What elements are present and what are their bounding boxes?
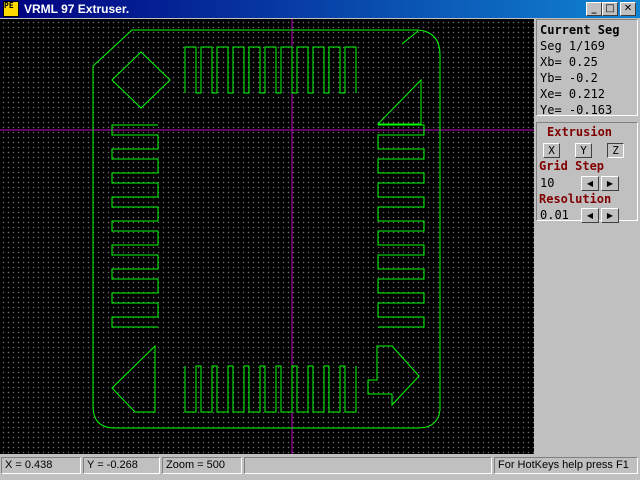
extrusion-heading: Extrusion xyxy=(547,125,613,139)
status-zoom: Zoom = 500 xyxy=(162,457,242,474)
grid-step-decrease[interactable]: ◀ xyxy=(581,176,599,191)
status-x: X = 0.438 xyxy=(1,457,81,474)
axis-z-button[interactable]: Z xyxy=(607,143,624,158)
status-empty xyxy=(244,457,492,474)
arrow-left-icon: ◀ xyxy=(586,211,594,220)
window-title: VRML 97 Extruser. xyxy=(24,2,130,16)
app-icon-text: PE xyxy=(4,1,14,10)
grid-step-value[interactable]: 10 xyxy=(540,176,554,191)
corner-marker xyxy=(401,30,419,45)
app-icon[interactable]: PE xyxy=(3,1,19,17)
status-y: Y = -0.268 xyxy=(83,457,160,474)
yb-value: Yb= -0.2 xyxy=(540,71,598,85)
arrow-bottom-right xyxy=(367,345,420,407)
status-help: For HotKeys help press F1 xyxy=(494,457,638,474)
pins-top xyxy=(184,46,357,94)
xb-value: Xb= 0.25 xyxy=(540,55,598,69)
current-seg-heading: Current Seg xyxy=(540,23,620,37)
current-seg-panel: Current Seg Seg 1/169 Xb= 0.25 Yb= -0.2 … xyxy=(536,19,638,117)
xe-value: Xe= 0.212 xyxy=(540,87,606,101)
title-bar: PE VRML 97 Extruser. _ □ ✕ xyxy=(0,0,640,18)
arrow-right-icon: ▶ xyxy=(606,211,614,220)
close-icon[interactable]: ✕ xyxy=(620,2,636,16)
extrusion-panel: Extrusion X Y Z Grid Step 10 ◀ ▶ Resolut… xyxy=(536,122,638,223)
ye-value: Ye= -0.163 xyxy=(540,103,613,117)
axis-x-button[interactable]: X xyxy=(543,143,560,158)
status-bar: X = 0.438 Y = -0.268 Zoom = 500 For HotK… xyxy=(0,456,640,480)
resolution-decrease[interactable]: ◀ xyxy=(581,208,599,223)
maximize-icon[interactable]: □ xyxy=(602,2,618,16)
arrow-right-icon: ▶ xyxy=(606,179,614,188)
resolution-value[interactable]: 0.01 xyxy=(540,208,569,223)
resolution-increase[interactable]: ▶ xyxy=(601,208,619,223)
canvas-drawing xyxy=(0,19,534,454)
drawing-canvas[interactable] xyxy=(0,19,534,454)
axis-y-button[interactable]: Y xyxy=(575,143,592,158)
pins-left xyxy=(111,124,159,328)
minimize-icon[interactable]: _ xyxy=(586,2,602,16)
chip-outline xyxy=(92,29,441,429)
triangle-top-right xyxy=(376,78,422,125)
resolution-label: Resolution xyxy=(539,192,612,206)
seg-count: Seg 1/169 xyxy=(540,39,606,53)
grid-step-increase[interactable]: ▶ xyxy=(601,176,619,191)
triangle-bottom-left xyxy=(111,344,156,413)
outer-outline xyxy=(92,29,441,429)
grid-step-label: Grid Step xyxy=(539,159,605,173)
diamond-top-left xyxy=(111,51,171,109)
pins-right xyxy=(377,124,425,328)
arrow-left-icon: ◀ xyxy=(586,179,594,188)
pins-bottom xyxy=(184,365,357,413)
